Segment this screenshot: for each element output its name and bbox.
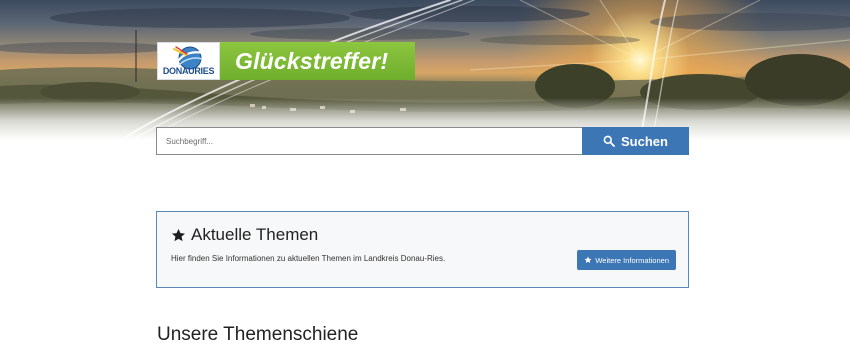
star-icon — [172, 228, 185, 241]
topics-card-header: Aktuelle Themen — [171, 225, 318, 245]
more-info-button[interactable]: Weitere Informationen — [577, 250, 676, 270]
more-info-button-label: Weitere Informationen — [595, 255, 669, 265]
search-form: Suchen — [156, 127, 689, 155]
site-logo[interactable]: DONAURIES Glückstreffer! — [157, 42, 415, 80]
topics-card-title: Aktuelle Themen — [191, 225, 319, 244]
section-heading: Unsere Themenschiene — [157, 324, 359, 345]
star-icon — [584, 256, 592, 263]
search-input[interactable] — [156, 127, 582, 155]
search-button-label: Suchen — [621, 133, 668, 149]
logo-slogan: Glückstreffer! — [220, 42, 415, 80]
search-icon — [603, 135, 615, 147]
donauries-logo-badge: DONAURIES — [157, 42, 220, 80]
search-button[interactable]: Suchen — [582, 127, 689, 155]
topics-card-description: Hier finden Sie Informationen zu aktuell… — [171, 254, 446, 263]
logo-wordmark: DONAURIES — [162, 66, 215, 76]
hero-banner: DONAURIES Glückstreffer! — [0, 0, 850, 140]
topics-card: Aktuelle Themen Hier finden Sie Informat… — [156, 211, 689, 288]
